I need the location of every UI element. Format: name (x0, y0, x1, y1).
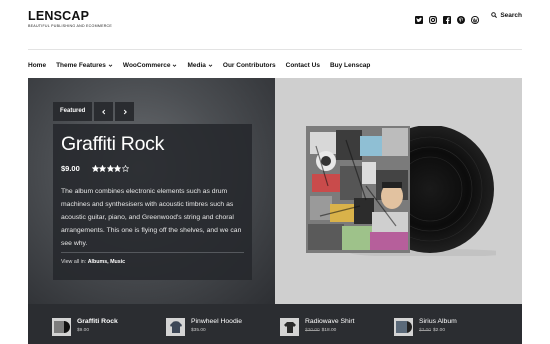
instagram-icon[interactable] (429, 11, 438, 24)
price-value: $2.00 (433, 328, 446, 333)
chevron-down-icon (173, 64, 177, 67)
star-rating (91, 165, 129, 172)
product-title[interactable]: Graffiti Rock (61, 133, 164, 156)
site-logo[interactable]: LENSCAP (28, 9, 89, 23)
hero-image-panel (275, 78, 522, 304)
search-label: Search (500, 11, 522, 19)
nav-item-label: Media (187, 61, 206, 69)
star-filled-icon (106, 165, 114, 172)
strip-item-name: Sirius Album (419, 318, 457, 325)
nav-item-our-contributors[interactable]: Our Contributors (223, 62, 276, 69)
star-filled-icon (91, 165, 99, 172)
album-thumb-icon (394, 318, 413, 336)
slider-controls: Featured (53, 102, 135, 121)
twitter-icon[interactable] (415, 11, 424, 24)
view-all-categories: View all in: Albums, Music (61, 259, 125, 265)
product-description: The album combines electronic elements s… (61, 188, 242, 247)
chevron-down-icon (208, 64, 213, 67)
vinyl-thumb-icon (52, 318, 71, 336)
price-value: $35.00 (191, 328, 206, 333)
strip-item-price: $9.00 (77, 328, 118, 333)
nav-item-label: Home (28, 61, 47, 69)
featured-slider: Featured Graffiti Rock $9.00 The album c… (28, 78, 522, 304)
facebook-icon[interactable] (443, 11, 452, 24)
search-button[interactable]: Search (491, 12, 522, 19)
price-value: $18.00 (321, 328, 337, 333)
strip-item-name: Radiowave Shirt (305, 318, 355, 325)
star-filled-icon (99, 165, 107, 172)
strip-item[interactable]: Graffiti Rock $9.00 (52, 318, 118, 336)
search-icon (491, 12, 498, 18)
strip-item-price: $35.00 (191, 328, 242, 333)
chevron-right-icon (123, 109, 127, 114)
star-filled-icon (114, 165, 122, 172)
star-empty-icon (121, 165, 129, 172)
view-all-prefix: View all in: (61, 259, 87, 265)
site-header: LENSCAP BEAUTIFUL PUBLISHING AND ECOMMER… (28, 9, 522, 49)
price-value: $9.00 (77, 328, 90, 333)
strip-item-price: $30.00 $18.00 (305, 328, 355, 333)
shirt-thumb-icon (280, 318, 299, 336)
nav-item-label: Buy Lenscap (329, 61, 371, 69)
nav-item-home[interactable]: Home (28, 62, 46, 69)
hoodie-thumb-icon (166, 318, 185, 336)
nav-item-label: Contact Us (285, 61, 320, 69)
strip-item[interactable]: Sirius Album $3.00 $2.00 (394, 318, 457, 336)
prev-slide-button[interactable] (94, 102, 114, 121)
next-slide-button[interactable] (115, 102, 135, 121)
strip-item[interactable]: Radiowave Shirt $30.00 $18.00 (280, 318, 355, 336)
old-price: $3.00 (419, 328, 432, 333)
main-nav: Home Theme Features WooCommerce Media Ou… (28, 59, 380, 71)
category-links[interactable]: Albums, Music (88, 259, 125, 265)
featured-badge: Featured (53, 102, 93, 121)
nav-item-contact-us[interactable]: Contact Us (286, 62, 320, 69)
strip-item[interactable]: Pinwheel Hoodie $35.00 (166, 318, 242, 336)
featured-product-card: Graffiti Rock $9.00 The album combines e… (53, 124, 252, 280)
pinterest-icon[interactable] (457, 11, 466, 24)
product-price: $9.00 (61, 164, 80, 173)
strip-item-price: $3.00 $2.00 (419, 328, 457, 333)
hero-left-panel: Featured Graffiti Rock $9.00 The album c… (28, 78, 275, 304)
strip-item-name: Graffiti Rock (77, 318, 118, 325)
nav-item-woocommerce[interactable]: WooCommerce (123, 62, 178, 69)
social-links: Search (415, 11, 522, 25)
nav-item-label: WooCommerce (122, 61, 171, 69)
nav-item-label: Theme Features (56, 61, 106, 69)
price-row: $9.00 (61, 164, 129, 173)
album-product-image[interactable] (306, 126, 496, 256)
chevron-down-icon (108, 64, 113, 67)
wordpress-icon[interactable] (471, 11, 480, 25)
strip-item-name: Pinwheel Hoodie (191, 318, 243, 325)
nav-item-label: Our Contributors (222, 61, 276, 69)
nav-item-buy-lenscap[interactable]: Buy Lenscap (330, 62, 370, 69)
nav-item-media[interactable]: Media (187, 61, 213, 69)
product-strip: Graffiti Rock $9.00 Pinwheel Hoodie $35.… (28, 304, 522, 344)
nav-item-theme-features[interactable]: Theme Features (56, 62, 113, 69)
old-price: $30.00 (305, 328, 320, 333)
card-divider (61, 252, 244, 253)
header-divider (28, 49, 522, 50)
site-tagline: BEAUTIFUL PUBLISHING AND ECOMMERCE (28, 24, 113, 28)
chevron-left-icon (101, 109, 105, 114)
